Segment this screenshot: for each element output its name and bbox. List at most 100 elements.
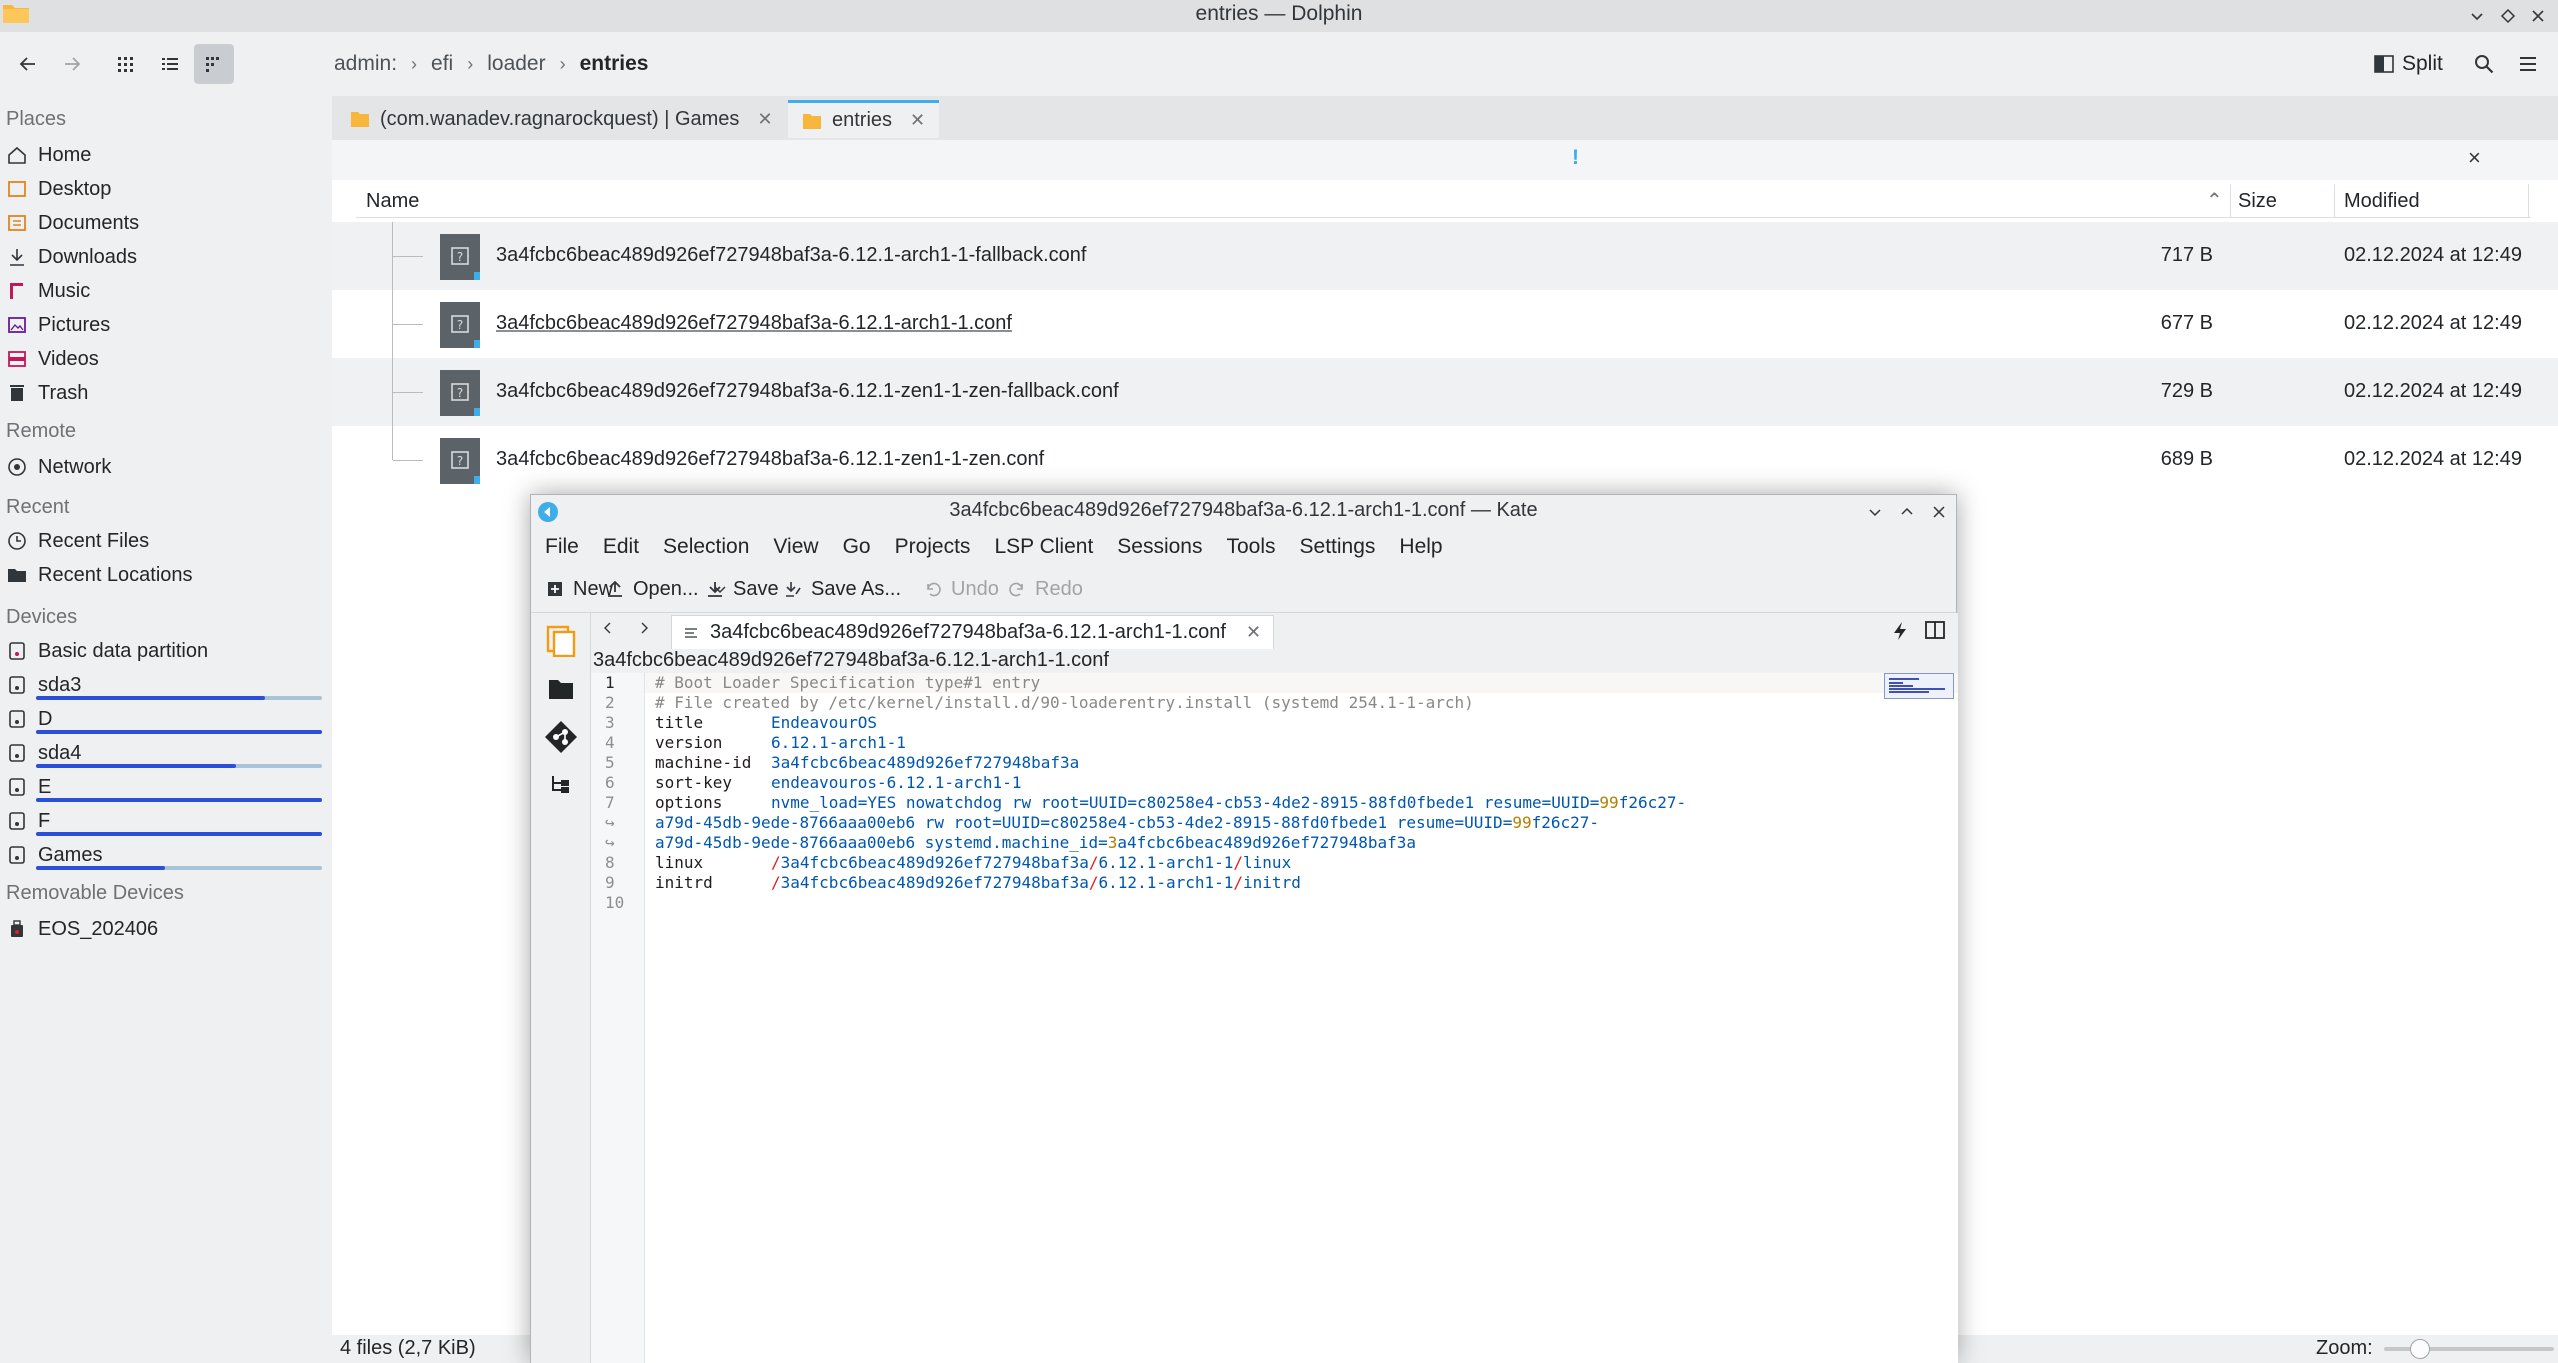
icons-view-icon[interactable] [106, 44, 146, 84]
capacity-bar-games [36, 866, 322, 870]
place-recent-files[interactable]: Recent Files [6, 526, 149, 556]
tab-entries[interactable]: entries ✕ [788, 100, 940, 138]
menu-file[interactable]: File [545, 535, 579, 559]
code-line: machine-id 3a4fcbc6beac489d926ef727948baf… [655, 753, 1080, 772]
drive-icon [6, 844, 28, 866]
menu-help[interactable]: Help [1399, 535, 1442, 559]
file-row[interactable]: ? 3a4fcbc6beac489d926ef727948baf3a-6.12.… [332, 358, 2558, 426]
menu-settings[interactable]: Settings [1300, 535, 1376, 559]
removable-section-title: Removable Devices [6, 882, 184, 904]
save-label: Save [733, 577, 779, 600]
hamburger-menu-icon[interactable] [2508, 44, 2548, 84]
documents-icon[interactable] [543, 623, 579, 659]
tab-close-icon[interactable]: ✕ [1246, 622, 1261, 643]
quick-open-icon[interactable] [1891, 621, 1909, 641]
menu-tools[interactable]: Tools [1227, 535, 1276, 559]
place-videos[interactable]: Videos [6, 344, 99, 374]
breadcrumb-loader[interactable]: loader [487, 52, 545, 76]
usb-drive-icon [6, 918, 28, 940]
breadcrumb-admin[interactable]: admin: [334, 52, 397, 76]
redo-button[interactable]: Redo [1007, 575, 1083, 603]
device-label: Games [38, 843, 103, 866]
close-icon[interactable] [1925, 498, 1953, 526]
device-label: D [38, 707, 53, 730]
upload-open-icon [605, 579, 625, 599]
place-label: Trash [38, 381, 89, 404]
tab-close-icon[interactable]: ✕ [757, 109, 772, 130]
file-row[interactable]: ? 3a4fcbc6beac489d926ef727948baf3a-6.12.… [332, 426, 2558, 494]
column-size[interactable]: Size [2238, 190, 2277, 213]
chevron-left-icon[interactable] [601, 621, 615, 635]
redo-icon [1007, 579, 1027, 599]
device-label: EOS_202406 [38, 917, 159, 940]
file-row[interactable]: ? 3a4fcbc6beac489d926ef727948baf3a-6.12.… [332, 222, 2558, 290]
folder-icon[interactable] [543, 671, 579, 707]
column-name[interactable]: Name [366, 190, 419, 213]
split-view-icon[interactable] [1925, 621, 1945, 639]
code-line: initrd/3a4fcbc6beac489d926ef727948baf3a/… [655, 873, 1301, 892]
menu-selection[interactable]: Selection [663, 535, 749, 559]
menu-sessions[interactable]: Sessions [1117, 535, 1202, 559]
menu-edit[interactable]: Edit [603, 535, 639, 559]
capacity-bar-e [36, 798, 322, 802]
line-number: 7 [605, 793, 615, 812]
device-basic-data-partition[interactable]: Basic data partition [6, 636, 208, 666]
search-icon[interactable] [2464, 44, 2504, 84]
breadcrumb-entries[interactable]: entries [580, 52, 649, 76]
code-line: # File created by /etc/kernel/install.d/… [655, 693, 1474, 712]
tab-close-icon[interactable]: ✕ [910, 110, 925, 131]
menu-projects[interactable]: Projects [895, 535, 971, 559]
file-name: 3a4fcbc6beac489d926ef727948baf3a-6.12.1-… [496, 380, 1119, 402]
recent-section-title: Recent [6, 496, 70, 518]
text-editor[interactable]: 1 2 3 4 5 6 7 ↪ ↪ 8 9 10 # Boot Loader S… [591, 673, 1958, 1363]
place-recent-locations[interactable]: Recent Locations [6, 560, 193, 590]
place-network[interactable]: Network [6, 452, 111, 482]
document-tab[interactable]: 3a4fcbc6beac489d926ef727948baf3a-6.12.1-… [671, 615, 1275, 649]
details-view-icon[interactable] [194, 44, 234, 84]
undo-button[interactable]: Undo [923, 575, 999, 603]
forward-arrow-icon[interactable] [52, 44, 92, 84]
menu-go[interactable]: Go [843, 535, 871, 559]
git-icon[interactable] [543, 719, 579, 755]
menu-lsp-client[interactable]: LSP Client [994, 535, 1093, 559]
minimize-icon[interactable] [1861, 498, 1889, 526]
back-arrow-icon[interactable] [8, 44, 48, 84]
place-music[interactable]: Music [6, 276, 90, 306]
new-button[interactable]: New [545, 575, 613, 603]
place-downloads[interactable]: Downloads [6, 242, 137, 272]
maximize-icon[interactable] [2494, 2, 2522, 30]
place-desktop[interactable]: Desktop [6, 174, 111, 204]
place-pictures[interactable]: Pictures [6, 310, 110, 340]
split-label: Split [2402, 52, 2443, 75]
column-modified[interactable]: Modified [2344, 190, 2420, 213]
device-label: F [38, 809, 51, 832]
save-button[interactable]: Save [705, 575, 779, 603]
device-label: Basic data partition [38, 639, 209, 662]
line-number: 5 [605, 753, 615, 772]
tab-games[interactable]: (com.wanadev.ragnarockquest) | Games ✕ [336, 100, 787, 138]
file-size: 717 B [2160, 244, 2213, 266]
place-trash[interactable]: Trash [6, 378, 88, 408]
compact-view-icon[interactable] [150, 44, 190, 84]
zoom-slider-handle[interactable] [2410, 1339, 2430, 1359]
maximize-icon[interactable] [1893, 498, 1921, 526]
save-as-button[interactable]: Save As... [783, 575, 901, 603]
file-size: 729 B [2160, 380, 2213, 402]
chevron-right-icon[interactable] [637, 621, 651, 635]
file-row[interactable]: ? 3a4fcbc6beac489d926ef727948baf3a-6.12.… [332, 290, 2558, 358]
split-button[interactable]: Split [2374, 46, 2443, 82]
minimap[interactable] [1884, 673, 1954, 699]
place-home[interactable]: Home [6, 140, 91, 170]
project-tree-icon[interactable] [543, 767, 579, 803]
file-size: 689 B [2160, 448, 2213, 470]
device-eos-202406[interactable]: EOS_202406 [6, 914, 158, 944]
download-save-icon [705, 579, 725, 599]
breadcrumb-efi[interactable]: efi [431, 52, 453, 76]
menu-view[interactable]: View [773, 535, 818, 559]
place-documents[interactable]: Documents [6, 208, 139, 238]
place-label: Documents [38, 211, 140, 234]
minimize-icon[interactable] [2463, 2, 2491, 30]
close-icon[interactable] [2524, 2, 2552, 30]
line-number: 3 [605, 713, 615, 732]
infobar-close-icon[interactable]: × [2468, 145, 2481, 171]
